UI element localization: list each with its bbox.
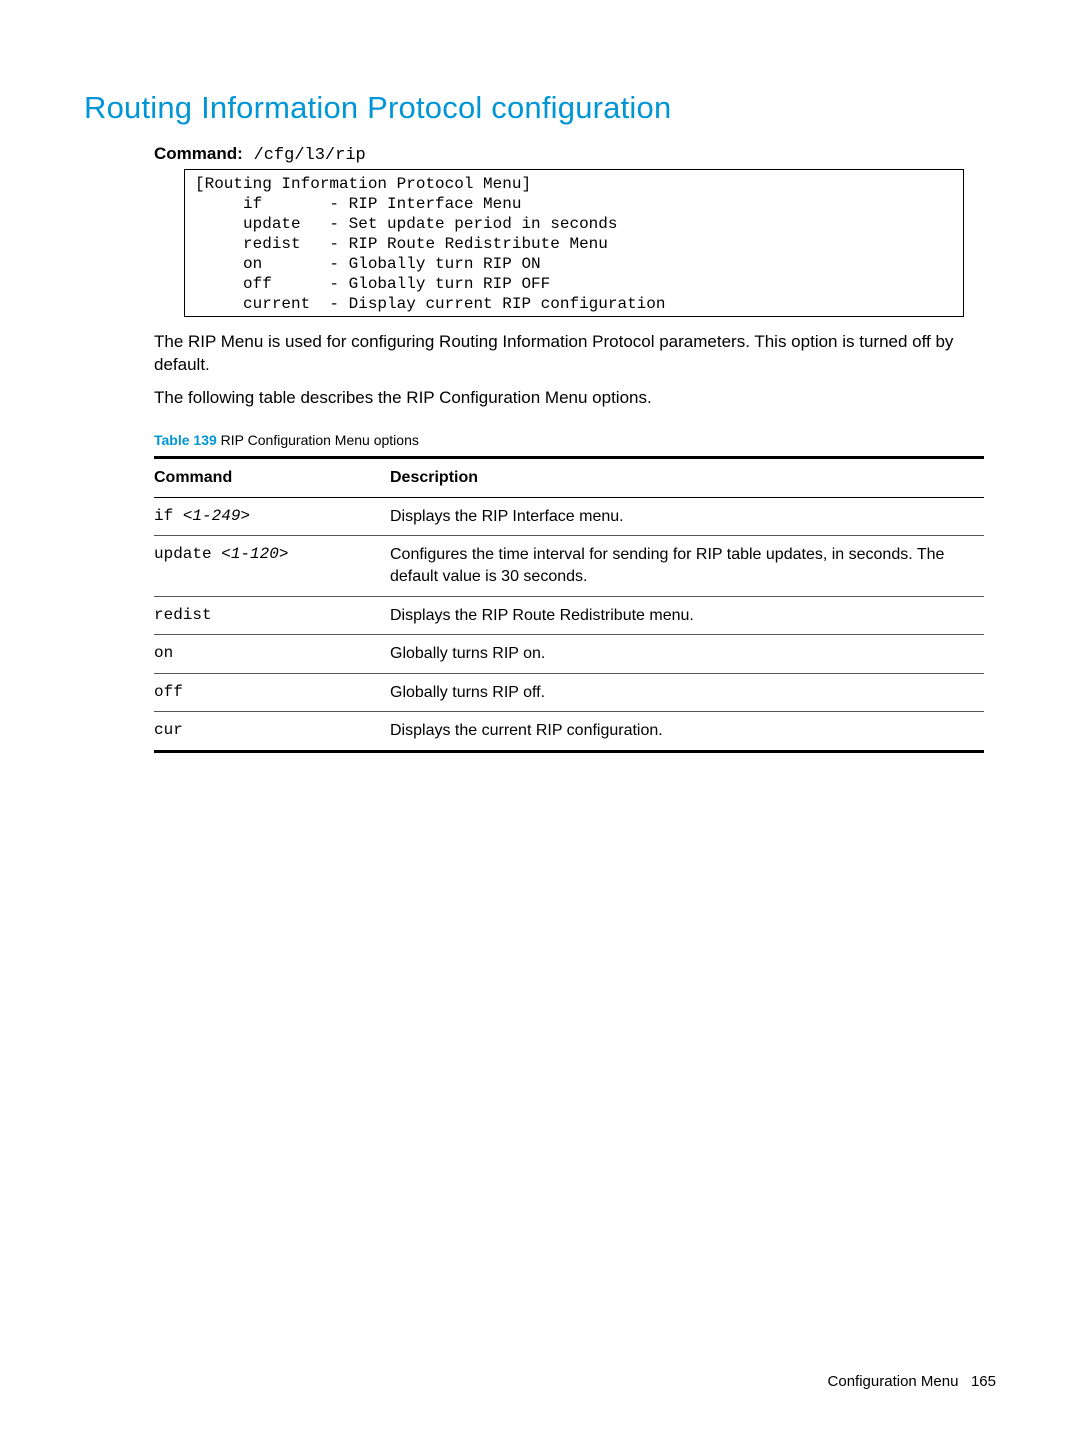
table-caption: Table 139 RIP Configuration Menu options <box>154 432 996 448</box>
cmd-arg: <1-249> <box>183 507 250 525</box>
footer-section: Configuration Menu <box>828 1373 959 1390</box>
options-table: Command Description if <1-249> Displays … <box>154 456 984 753</box>
page-title: Routing Information Protocol configurati… <box>84 90 996 126</box>
table-row: if <1-249> Displays the RIP Interface me… <box>154 497 984 536</box>
table-row: redist Displays the RIP Route Redistribu… <box>154 596 984 635</box>
desc-text: Displays the current RIP configuration. <box>390 712 984 752</box>
desc-text: Configures the time interval for sending… <box>390 536 984 596</box>
table-row: update <1-120> Configures the time inter… <box>154 536 984 596</box>
cmd-text: update <box>154 545 221 563</box>
table-row: cur Displays the current RIP configurati… <box>154 712 984 752</box>
cmd-text: off <box>154 683 183 701</box>
menu-box: [Routing Information Protocol Menu] if -… <box>184 169 964 317</box>
desc-text: Globally turns RIP on. <box>390 635 984 674</box>
command-line: Command: /cfg/l3/rip <box>154 144 996 165</box>
cmd-text: if <box>154 507 183 525</box>
paragraph-2: The following table describes the RIP Co… <box>154 387 984 410</box>
table-row: off Globally turns RIP off. <box>154 673 984 712</box>
cmd-arg: <1-120> <box>221 545 288 563</box>
th-command: Command <box>154 457 390 497</box>
footer-page-number: 165 <box>971 1373 996 1390</box>
cmd-text: cur <box>154 721 183 739</box>
command-value: /cfg/l3/rip <box>254 146 366 165</box>
th-description: Description <box>390 457 984 497</box>
desc-text: Displays the RIP Route Redistribute menu… <box>390 596 984 635</box>
page: Routing Information Protocol configurati… <box>0 0 1080 1440</box>
cmd-text: on <box>154 644 173 662</box>
command-label: Command: <box>154 144 243 163</box>
desc-text: Globally turns RIP off. <box>390 673 984 712</box>
page-footer: Configuration Menu 165 <box>828 1373 996 1390</box>
table-row: on Globally turns RIP on. <box>154 635 984 674</box>
desc-text: Displays the RIP Interface menu. <box>390 497 984 536</box>
cmd-text: redist <box>154 606 212 624</box>
paragraph-1: The RIP Menu is used for configuring Rou… <box>154 331 984 377</box>
table-number: Table 139 <box>154 432 217 448</box>
table-caption-text: RIP Configuration Menu options <box>217 432 419 448</box>
